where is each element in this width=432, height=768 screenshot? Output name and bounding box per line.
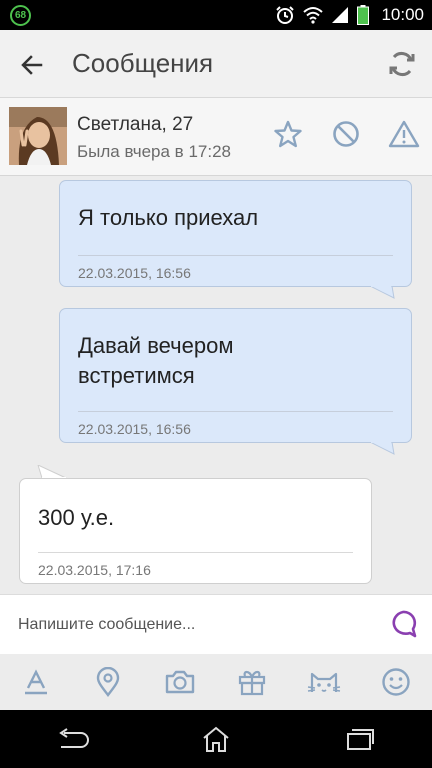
message-timestamp: 22.03.2015, 16:56 bbox=[78, 265, 191, 281]
bubble-tail bbox=[370, 442, 395, 455]
cat-sticker-icon bbox=[307, 672, 341, 692]
conversation-header: Светлана, 27 Была вчера в 17:28 bbox=[0, 98, 432, 176]
message-bubble-outgoing[interactable]: Давай вечером встретимся 22.03.2015, 16:… bbox=[59, 308, 412, 443]
nav-home-button[interactable] bbox=[192, 719, 240, 759]
report-button[interactable] bbox=[388, 118, 420, 150]
message-divider bbox=[78, 255, 393, 256]
emoji-button[interactable] bbox=[378, 664, 414, 700]
last-seen-status: Была вчера в 17:28 bbox=[77, 142, 231, 161]
contact-name: Светлана, 27 bbox=[77, 114, 194, 135]
arrow-left-icon bbox=[21, 55, 43, 75]
avatar-photo bbox=[9, 107, 67, 165]
clock: 10:00 bbox=[381, 5, 424, 24]
location-button[interactable] bbox=[90, 664, 126, 700]
refresh-icon bbox=[389, 52, 415, 76]
back-button[interactable] bbox=[16, 49, 48, 81]
gift-button[interactable] bbox=[234, 664, 270, 700]
action-bar: Сообщения bbox=[0, 30, 432, 98]
battery-icon bbox=[357, 5, 370, 25]
message-bubble-outgoing[interactable]: Я только приехал 22.03.2015, 16:56 bbox=[59, 180, 412, 287]
smiley-icon bbox=[382, 668, 410, 696]
message-list[interactable]: Я только приехал 22.03.2015, 16:56 Давай… bbox=[0, 176, 432, 594]
wifi-icon bbox=[303, 7, 324, 24]
favorite-button[interactable] bbox=[272, 118, 304, 150]
bubble-tail bbox=[370, 286, 395, 299]
back-nav-icon bbox=[59, 728, 89, 748]
message-timestamp: 22.03.2015, 16:56 bbox=[78, 421, 191, 437]
recents-icon bbox=[347, 729, 374, 750]
message-composer bbox=[0, 594, 432, 654]
message-text: Давай вечером встретимся bbox=[78, 333, 234, 388]
status-bar: 68 10:00 bbox=[0, 0, 432, 30]
text-format-button[interactable] bbox=[18, 664, 54, 700]
notification-count: 68 bbox=[14, 10, 27, 21]
block-icon bbox=[333, 121, 359, 147]
gift-icon bbox=[238, 670, 266, 696]
message-input[interactable] bbox=[18, 607, 368, 643]
location-icon bbox=[96, 667, 120, 697]
camera-icon bbox=[165, 670, 195, 694]
message-bubble-incoming[interactable]: 300 у.е. 22.03.2015, 17:16 bbox=[19, 478, 372, 584]
attachment-toolbar bbox=[0, 654, 432, 710]
message-text: 300 у.е. bbox=[38, 505, 115, 530]
message-divider bbox=[38, 552, 353, 553]
warning-icon bbox=[388, 120, 420, 148]
avatar[interactable] bbox=[9, 107, 67, 165]
message-timestamp: 22.03.2015, 17:16 bbox=[38, 562, 151, 578]
signal-icon bbox=[332, 7, 349, 23]
send-button[interactable] bbox=[388, 609, 418, 639]
message-text: Я только приехал bbox=[78, 205, 259, 230]
nav-recents-button[interactable] bbox=[336, 719, 384, 759]
refresh-button[interactable] bbox=[384, 46, 420, 82]
message-divider bbox=[78, 411, 393, 412]
block-button[interactable] bbox=[330, 118, 362, 150]
chat-bubble-icon bbox=[392, 610, 417, 638]
home-icon bbox=[203, 726, 229, 752]
bubble-tail bbox=[37, 465, 67, 479]
text-format-icon bbox=[25, 669, 47, 695]
star-icon bbox=[274, 120, 302, 148]
system-navigation-bar bbox=[0, 710, 432, 768]
alarm-icon bbox=[276, 6, 295, 24]
notification-badge: 68 bbox=[10, 5, 31, 26]
page-title: Сообщения bbox=[72, 48, 214, 78]
nav-back-button[interactable] bbox=[48, 719, 96, 759]
camera-button[interactable] bbox=[162, 664, 198, 700]
sticker-button[interactable] bbox=[306, 664, 342, 700]
